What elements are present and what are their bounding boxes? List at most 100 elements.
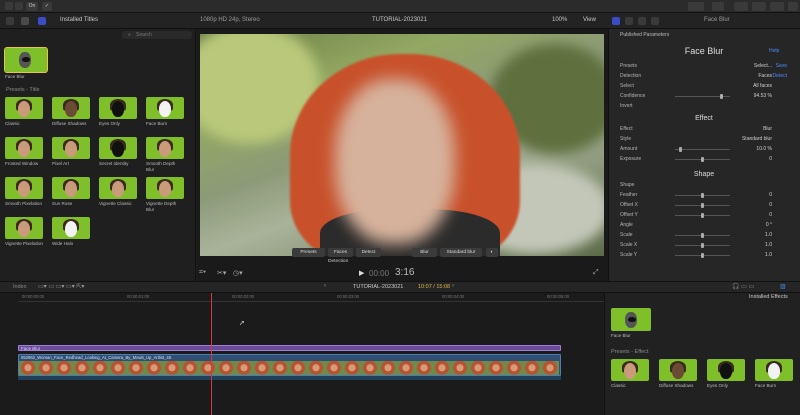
menu-icon[interactable] xyxy=(788,2,798,11)
param-row[interactable]: Scale Y 1.0 xyxy=(620,251,790,259)
share-icon[interactable] xyxy=(712,2,724,11)
slider-knob[interactable] xyxy=(701,157,704,162)
help-link[interactable]: Help xyxy=(769,48,779,54)
standard-blur-button[interactable]: Standard blur xyxy=(440,248,482,257)
title-item[interactable]: Frosted Window xyxy=(5,137,43,167)
installed-effects-dropdown[interactable]: Installed Effects xyxy=(749,294,788,300)
forward-icon[interactable]: › xyxy=(452,283,454,289)
param-slider[interactable] xyxy=(675,193,730,198)
effect-item[interactable]: Classic xyxy=(611,359,649,389)
param-slider[interactable] xyxy=(675,147,730,152)
inspector-tab-video-icon[interactable] xyxy=(625,17,633,25)
detect-button[interactable]: Detect xyxy=(356,248,381,257)
layout-right-icon[interactable] xyxy=(770,2,784,11)
param-slider[interactable] xyxy=(675,157,730,162)
param-row[interactable]: Invert xyxy=(620,102,790,110)
effect-item[interactable]: Diffuse Shadows xyxy=(659,359,697,389)
title-item[interactable]: Smooth Pixelation xyxy=(5,177,43,207)
featured-effect-face-blur[interactable]: Face Blur xyxy=(611,308,651,339)
titles-icon[interactable] xyxy=(38,17,46,25)
param-value[interactable]: 10.0 % xyxy=(756,146,772,152)
param-row[interactable]: Style Standard blur xyxy=(620,135,790,143)
title-item[interactable]: Secret Identity xyxy=(99,137,137,167)
param-value[interactable]: 94.53 % xyxy=(754,93,772,99)
param-row[interactable]: Detection Faces Detect xyxy=(620,72,790,80)
toggle-icon[interactable]: ◐ xyxy=(486,248,498,257)
param-value[interactable]: 0 ° xyxy=(766,222,772,228)
inspector-tab-color-icon[interactable] xyxy=(638,17,646,25)
param-value[interactable]: 0 xyxy=(769,156,772,162)
layout-middle-icon[interactable] xyxy=(752,2,766,11)
clip-icon[interactable] xyxy=(6,17,14,25)
background-tasks-button[interactable]: On xyxy=(26,2,38,11)
photo-icon[interactable] xyxy=(21,17,29,25)
slider-knob[interactable] xyxy=(701,203,704,208)
inspector-tab-titles-icon[interactable] xyxy=(612,17,620,25)
param-value[interactable]: Standard blur xyxy=(742,136,772,142)
param-row[interactable]: Feather 0 xyxy=(620,191,790,199)
title-clip[interactable]: Face Blur xyxy=(18,345,561,351)
param-row[interactable]: Offset X 0 xyxy=(620,201,790,209)
play-icon[interactable]: ▶ xyxy=(359,269,364,277)
param-row[interactable]: Scale X 1.0 xyxy=(620,241,790,249)
title-item[interactable]: Face Burn xyxy=(146,97,184,127)
checkmark-button[interactable]: ✓ xyxy=(42,2,52,11)
slider-knob[interactable] xyxy=(701,193,704,198)
video-frame[interactable] xyxy=(200,34,604,256)
title-item[interactable]: Pixel Art xyxy=(52,137,90,167)
title-item[interactable]: Vignette Classic xyxy=(99,177,137,207)
param-action[interactable]: Save xyxy=(776,63,787,69)
param-value[interactable]: Select... xyxy=(754,63,772,69)
view-dropdown[interactable]: View xyxy=(583,17,596,23)
blur-button[interactable]: Blur xyxy=(412,248,437,257)
slider-knob[interactable] xyxy=(701,213,704,218)
speed-icon[interactable]: ◷▾ xyxy=(233,269,243,277)
back-icon[interactable]: ‹ xyxy=(324,283,326,289)
param-row[interactable]: Shape xyxy=(620,181,790,189)
effect-item[interactable]: Eyes Only xyxy=(707,359,745,389)
title-item[interactable]: Vignette Pixelation xyxy=(5,217,43,247)
param-value[interactable]: Blur xyxy=(763,126,772,132)
param-value[interactable]: 1.0 xyxy=(765,252,772,258)
library-icon[interactable] xyxy=(5,2,13,10)
transform-icon[interactable]: ⌗▾ xyxy=(199,269,206,277)
param-row[interactable]: Exposure 0 xyxy=(620,155,790,163)
param-row[interactable]: Select All faces xyxy=(620,82,790,90)
video-clip[interactable]: 052962_Woman_Face_Redhead_Looking_At_Cam… xyxy=(18,354,561,376)
featured-title-face-blur[interactable]: Face Blur xyxy=(4,47,48,80)
title-item[interactable]: Sun Rose xyxy=(52,177,90,207)
param-value[interactable]: 0 xyxy=(769,212,772,218)
title-item[interactable]: Wide Halo xyxy=(52,217,90,247)
library-dropdown[interactable]: Installed Titles xyxy=(60,17,98,23)
param-row[interactable]: Confidence 94.53 % xyxy=(620,92,790,100)
title-item[interactable]: Classic xyxy=(5,97,43,127)
param-row[interactable]: Effect Blur xyxy=(620,125,790,133)
slider-knob[interactable] xyxy=(701,243,704,248)
effect-item[interactable]: Face Burn xyxy=(755,359,793,389)
inspector-tab-info-icon[interactable] xyxy=(651,17,659,25)
param-row[interactable]: Angle 0 ° xyxy=(620,221,790,229)
timeline-tools-icon[interactable]: ▭▾ ▭ ▭▾ ▭▾ ⇱▾ xyxy=(38,283,84,290)
param-value[interactable]: 0 xyxy=(769,192,772,198)
time-ruler[interactable]: 00:00:00:00 00:00:01:00 00:00:02:00 00:00:0… xyxy=(18,293,604,302)
presets-button[interactable]: Presets xyxy=(292,248,325,257)
title-item[interactable]: Eyes Only xyxy=(99,97,137,127)
fullscreen-icon[interactable]: ⤢ xyxy=(593,269,599,277)
faces-button[interactable]: Faces xyxy=(328,248,353,257)
crop-icon[interactable]: ✂▾ xyxy=(217,269,226,277)
search-field[interactable]: ⌕ Search xyxy=(122,31,192,39)
audio-icon[interactable]: 🎧 ▭ ▭ xyxy=(732,283,754,290)
param-value[interactable]: All faces xyxy=(753,83,772,89)
param-value[interactable]: Faces xyxy=(758,73,772,79)
param-value[interactable]: 1.0 xyxy=(765,232,772,238)
slider-knob[interactable] xyxy=(701,253,704,258)
param-slider[interactable] xyxy=(675,253,730,258)
param-row[interactable]: Offset Y 0 xyxy=(620,211,790,219)
slider-knob[interactable] xyxy=(701,233,704,238)
keyword-icon[interactable] xyxy=(688,2,704,11)
playhead[interactable] xyxy=(211,293,212,415)
import-icon[interactable] xyxy=(15,2,23,10)
title-item[interactable]: Diffuse Shadows xyxy=(52,97,90,127)
title-item[interactable]: Vignette Depth Blur xyxy=(146,177,184,212)
title-item[interactable]: Smooth Depth Blur xyxy=(146,137,184,172)
